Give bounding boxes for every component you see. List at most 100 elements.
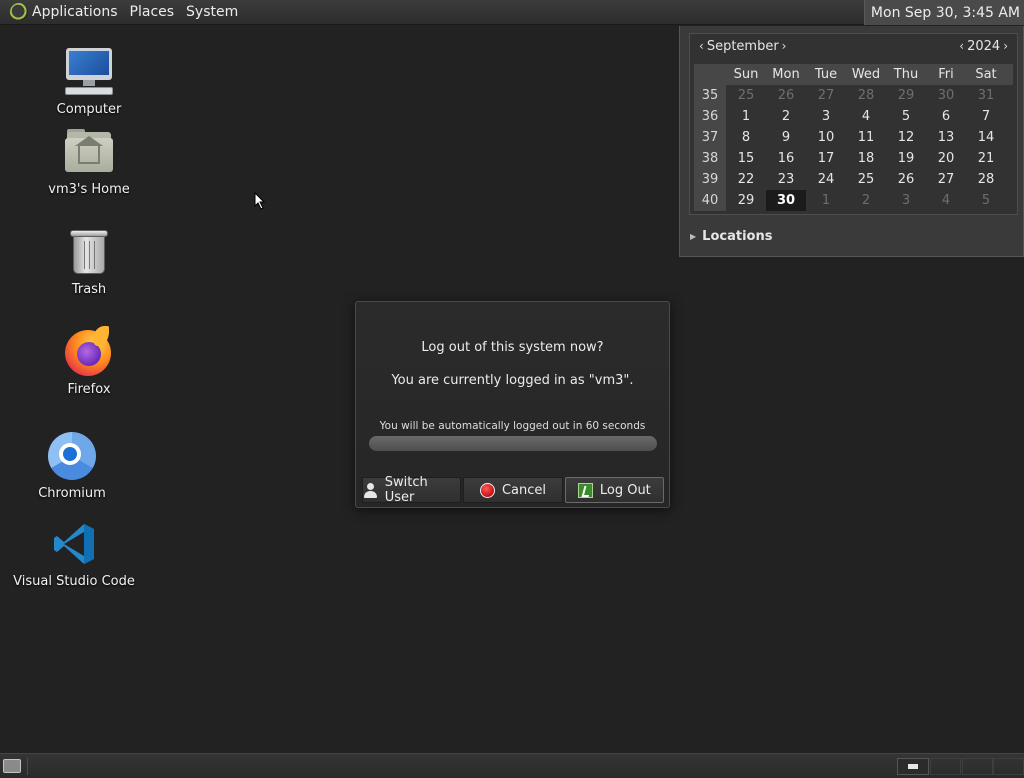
desktop-icon-firefox[interactable]: Firefox [55,326,123,397]
week-number: 36 [694,106,726,127]
calendar-day[interactable]: 8 [726,127,766,148]
calendar-day[interactable]: 4 [926,190,966,211]
home-folder-icon [63,126,115,178]
week-number-header [694,64,726,85]
cancel-label: Cancel [501,482,547,498]
calendar-month: September [706,38,779,54]
exit-icon [577,482,593,498]
calendar-day[interactable]: 19 [886,148,926,169]
workspace-1[interactable] [897,758,929,775]
calendar-day[interactable]: 24 [806,169,846,190]
show-desktop-icon[interactable] [3,759,21,773]
expander-arrow-icon: ▶ [690,232,697,241]
calendar-day[interactable]: 25 [726,85,766,106]
calendar-day[interactable]: 28 [966,169,1006,190]
calendar-day[interactable]: 14 [966,127,1006,148]
calendar-day[interactable]: 27 [806,85,846,106]
switch-user-button[interactable]: Switch User [362,475,462,505]
calendar-day[interactable]: 16 [766,148,806,169]
calendar-day[interactable]: 30 [926,85,966,106]
week-number: 37 [694,127,726,148]
mouse-cursor-icon [254,192,266,210]
week-number: 39 [694,169,726,190]
desktop-icon-label: Chromium [38,486,106,501]
calendar-day[interactable]: 23 [766,169,806,190]
calendar-day[interactable]: 26 [886,169,926,190]
bottom-panel [0,753,1024,778]
calendar-day[interactable]: 28 [846,85,886,106]
clock-text: Mon Sep 30, 3:45 AM [870,4,1020,21]
calendar-popup: ‹ September › ‹ 2024 › Sun Mon Tue Wed T… [679,26,1024,257]
calendar-day[interactable]: 2 [846,190,886,211]
places-menu[interactable]: Places [124,0,181,25]
desktop-icon-label: vm3's Home [48,182,130,197]
desktop-icon-vscode[interactable]: Visual Studio Code [13,518,135,589]
calendar-day[interactable]: 21 [966,148,1006,169]
calendar-week-row: 37 8 9 10 11 12 13 14 [694,127,1013,148]
calendar-day[interactable]: 15 [726,148,766,169]
clock-applet[interactable]: Mon Sep 30, 3:45 AM [863,0,1024,25]
prev-year-icon[interactable]: ‹ [956,39,967,53]
desktop-icon-label: Firefox [67,382,111,397]
calendar-week-row: 38 15 16 17 18 19 20 21 [694,148,1013,169]
desktop-icon-chromium[interactable]: Chromium [38,430,106,501]
calendar-day[interactable]: 20 [926,148,966,169]
calendar-day[interactable]: 27 [926,169,966,190]
calendar-day[interactable]: 1 [726,106,766,127]
calendar-day[interactable]: 22 [726,169,766,190]
log-out-button[interactable]: Log Out [564,477,664,503]
calendar-day[interactable]: 26 [766,85,806,106]
computer-icon [63,46,115,98]
calendar-day[interactable]: 7 [966,106,1006,127]
calendar-day[interactable]: 10 [806,127,846,148]
locations-label: Locations [702,229,773,244]
calendar-day[interactable]: 4 [846,106,886,127]
calendar-day[interactable]: 29 [886,85,926,106]
log-out-label: Log Out [599,482,651,498]
calendar-day[interactable]: 3 [806,106,846,127]
prev-month-icon[interactable]: ‹ [696,39,707,53]
calendar-day[interactable]: 11 [846,127,886,148]
calendar-day[interactable]: 9 [766,127,806,148]
next-year-icon[interactable]: › [1000,39,1011,53]
logout-dialog: Log out of this system now? You are curr… [355,301,670,508]
next-month-icon[interactable]: › [779,39,790,53]
calendar-day[interactable]: 5 [886,106,926,127]
applications-menu[interactable]: Applications [0,0,124,25]
calendar-day-today[interactable]: 30 [766,190,806,211]
calendar-week-row: 35 25 26 27 28 29 30 31 [694,85,1013,106]
calendar-day[interactable]: 3 [886,190,926,211]
calendar-day[interactable]: 29 [726,190,766,211]
desktop-icon-computer[interactable]: Computer [55,46,123,117]
weekday-label: Fri [938,67,954,82]
workspace-4[interactable] [993,758,1024,775]
calendar-year: 2024 [967,38,1001,54]
desktop-icon-label: Trash [71,282,107,297]
locations-expander[interactable]: ▶ Locations [690,229,772,244]
system-menu[interactable]: System [180,0,244,25]
calendar-day[interactable]: 25 [846,169,886,190]
desktop-icon-home[interactable]: vm3's Home [45,126,133,197]
calendar-day[interactable]: 13 [926,127,966,148]
cancel-icon [479,482,495,498]
cancel-button[interactable]: Cancel [463,477,563,503]
workspace-3[interactable] [962,758,993,775]
calendar-weekday-row: Sun Mon Tue Wed Thu Fri Sat [694,64,1013,85]
calendar-day[interactable]: 2 [766,106,806,127]
vscode-icon [48,518,100,570]
calendar-day[interactable]: 18 [846,148,886,169]
dialog-countdown: You will be automatically logged out in … [379,420,646,432]
calendar-day[interactable]: 6 [926,106,966,127]
calendar-day[interactable]: 17 [806,148,846,169]
panel-separator [27,758,28,775]
calendar-day[interactable]: 31 [966,85,1006,106]
switch-user-label: Switch User [384,475,428,505]
calendar-day[interactable]: 12 [886,127,926,148]
weekday-label: Sat [975,67,997,82]
logout-progress-bar [369,436,657,451]
top-panel: Applications Places System Mon Sep 30, 3… [0,0,1024,25]
workspace-2[interactable] [930,758,961,775]
desktop-icon-trash[interactable]: Trash [55,226,123,297]
calendar-day[interactable]: 1 [806,190,846,211]
calendar-day[interactable]: 5 [966,190,1006,211]
